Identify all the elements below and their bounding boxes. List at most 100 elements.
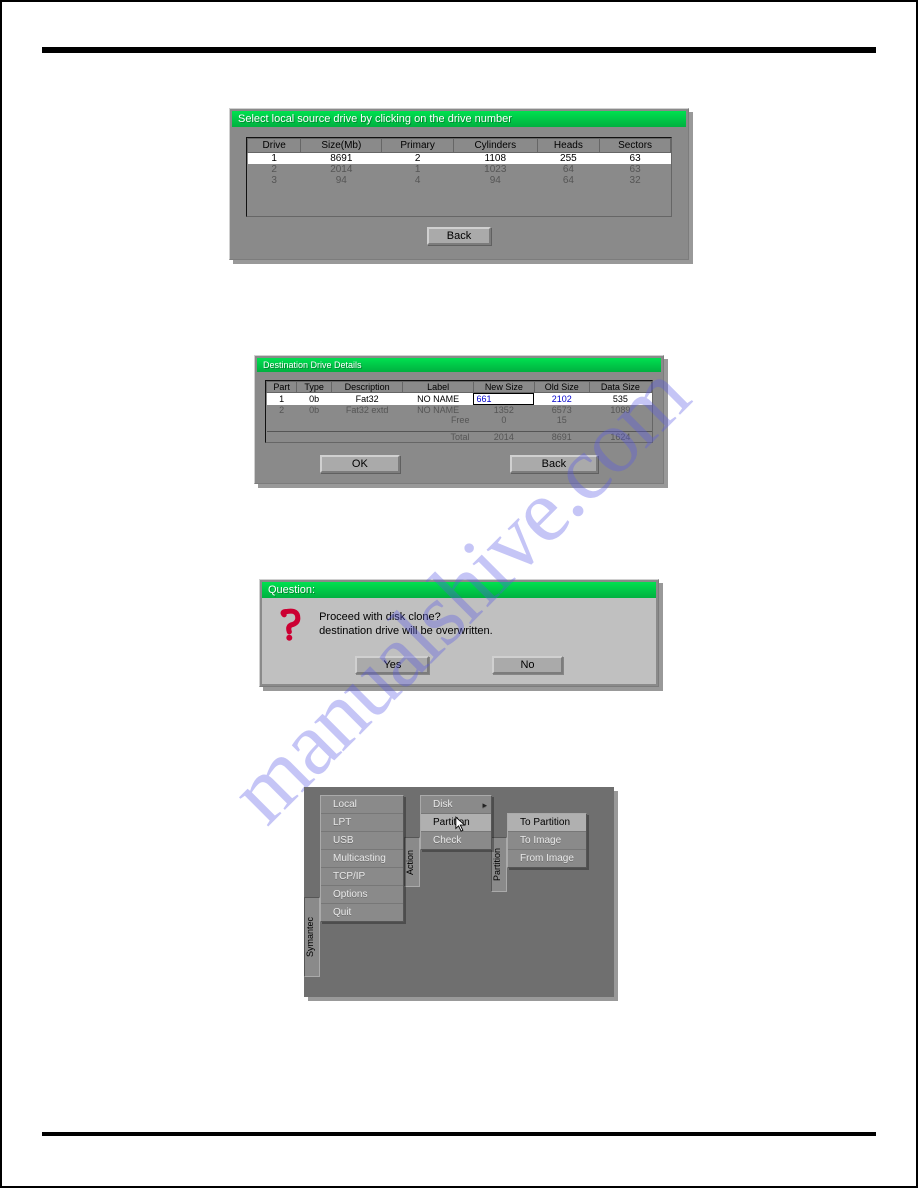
cell: 2014 xyxy=(301,164,382,175)
question-dialog: Question: Proceed with disk clone? desti… xyxy=(259,579,659,687)
menu-item-multicasting[interactable]: Multicasting xyxy=(321,850,403,868)
cell: 1 xyxy=(382,164,454,175)
col-cylinders: Cylinders xyxy=(453,139,537,153)
cell: 63 xyxy=(600,164,671,175)
cell: 8691 xyxy=(534,431,589,442)
menu-item-from-image[interactable]: From Image xyxy=(508,850,586,867)
menu-col3: To Partition To Image From Image xyxy=(507,813,587,868)
menu-panel: Symantec Action Partition Local LPT USB … xyxy=(304,787,614,997)
drive-table: Drive Size(Mb) Primary Cylinders Heads S… xyxy=(246,137,672,217)
col-size: Size(Mb) xyxy=(301,139,382,153)
cell: 1352 xyxy=(473,405,534,415)
col-desc: Description xyxy=(331,382,402,393)
dlg1-title: Select local source drive by clicking on… xyxy=(232,111,686,127)
cell: 255 xyxy=(537,153,600,165)
cell: 1624 xyxy=(589,431,651,442)
col-sectors: Sectors xyxy=(600,139,671,153)
cell: 2 xyxy=(267,405,297,415)
question-line2: destination drive will be overwritten. xyxy=(319,625,493,637)
col-newsize: New Size xyxy=(473,382,534,393)
table-header-row: Part Type Description Label New Size Old… xyxy=(267,382,652,393)
free-row: Free 0 15 xyxy=(267,415,652,425)
cell: 0b xyxy=(297,393,332,406)
cell: 63 xyxy=(600,153,671,165)
cell: 2014 xyxy=(473,431,534,442)
free-label: Free xyxy=(403,415,474,425)
table-row[interactable]: 1 0b Fat32 NO NAME 661 2102 535 xyxy=(267,393,652,406)
new-size-input[interactable]: 661 xyxy=(473,393,534,405)
total-label: Total xyxy=(403,431,474,442)
cell: 8691 xyxy=(301,153,382,165)
col-part: Part xyxy=(267,382,297,393)
col-type: Type xyxy=(297,382,332,393)
menu-item-to-image[interactable]: To Image xyxy=(508,832,586,850)
dlg2-title: Destination Drive Details xyxy=(257,358,661,372)
cell: 1089 xyxy=(589,405,651,415)
col-oldsize: Old Size xyxy=(534,382,589,393)
table-header-row: Drive Size(Mb) Primary Cylinders Heads S… xyxy=(248,139,671,153)
cell: 94 xyxy=(453,175,537,186)
col-label: Label xyxy=(403,382,474,393)
tab-action[interactable]: Action xyxy=(404,837,420,887)
submenu-arrow-icon: ▸ xyxy=(482,800,487,811)
cell: 4 xyxy=(382,175,454,186)
cell: Fat32 xyxy=(331,393,402,406)
table-row[interactable]: 2 2014 1 1023 64 63 xyxy=(248,164,671,175)
col-datasize: Data Size xyxy=(589,382,651,393)
cell: 32 xyxy=(600,175,671,186)
yes-button[interactable]: Yes xyxy=(355,656,429,674)
cell: 15 xyxy=(534,415,589,425)
menu-item-tcpip[interactable]: TCP/IP xyxy=(321,868,403,886)
cell: 1108 xyxy=(453,153,537,165)
menu-item-lpt[interactable]: LPT xyxy=(321,814,403,832)
cell: NO NAME xyxy=(403,405,474,415)
col-heads: Heads xyxy=(537,139,600,153)
menu-col1: Local LPT USB Multicasting TCP/IP Option… xyxy=(320,795,404,922)
menu-item-disk[interactable]: Disk ▸ xyxy=(421,796,491,814)
total-row: Total 2014 8691 1624 xyxy=(267,431,652,442)
cell: 64 xyxy=(537,164,600,175)
question-icon xyxy=(274,608,308,642)
top-rule xyxy=(42,47,876,53)
cell: 6573 xyxy=(534,405,589,415)
question-line1: Proceed with disk clone? xyxy=(319,611,441,623)
cell: 1 xyxy=(267,393,297,406)
cell: 1 xyxy=(248,153,301,165)
ok-button[interactable]: OK xyxy=(320,455,400,473)
col-primary: Primary xyxy=(382,139,454,153)
table-row[interactable]: 2 0b Fat32 extd NO NAME 1352 6573 1089 xyxy=(267,405,652,415)
table-row[interactable]: 1 8691 2 1108 255 63 xyxy=(248,153,671,165)
cell: 2 xyxy=(248,164,301,175)
cell: 2102 xyxy=(534,393,589,406)
cell: NO NAME xyxy=(403,393,474,406)
table-row[interactable]: 3 94 4 94 64 32 xyxy=(248,175,671,186)
bottom-rule xyxy=(42,1132,876,1136)
cell: 1023 xyxy=(453,164,537,175)
cell: 94 xyxy=(301,175,382,186)
back-button[interactable]: Back xyxy=(427,227,491,245)
question-text: Proceed with disk clone? destination dri… xyxy=(319,608,493,639)
cell: 0 xyxy=(473,415,534,425)
dest-drive-dialog: Destination Drive Details Part Type Desc… xyxy=(254,355,664,484)
menu-item-to-partition[interactable]: To Partition xyxy=(508,814,586,832)
menu-item-partition[interactable]: Partition xyxy=(421,814,491,832)
menu-item-usb[interactable]: USB xyxy=(321,832,403,850)
menu-item-options[interactable]: Options xyxy=(321,886,403,904)
cell: 3 xyxy=(248,175,301,186)
no-button[interactable]: No xyxy=(492,656,562,674)
cell: 64 xyxy=(537,175,600,186)
cell: 535 xyxy=(589,393,651,406)
cell: 2 xyxy=(382,153,454,165)
source-drive-dialog: Select local source drive by clicking on… xyxy=(229,108,689,260)
menu-item-check[interactable]: Check xyxy=(421,832,491,849)
back-button[interactable]: Back xyxy=(510,455,598,473)
tab-partition[interactable]: Partition xyxy=(491,837,507,892)
menu-item-local[interactable]: Local xyxy=(321,796,403,814)
partition-table: Part Type Description Label New Size Old… xyxy=(265,380,653,443)
menu-label: Disk xyxy=(433,799,452,810)
dlg3-title: Question: xyxy=(262,582,656,598)
menu-col2: Disk ▸ Partition Check xyxy=(420,795,492,850)
cell: Fat32 extd xyxy=(331,405,402,415)
tab-symantec[interactable]: Symantec xyxy=(304,897,320,977)
menu-item-quit[interactable]: Quit xyxy=(321,904,403,921)
